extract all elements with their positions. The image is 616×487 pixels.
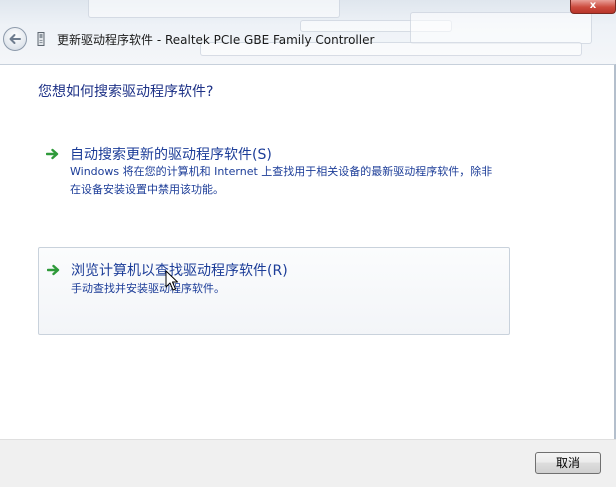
window-title: 更新驱动程序软件 - Realtek PCIe GBE Family Contr… [57, 33, 375, 47]
auto-search-option[interactable]: 自动搜索更新的驱动程序软件(S) Windows 将在您的计算机和 Intern… [38, 135, 510, 209]
wizard-footer: 取消 [0, 439, 616, 487]
cancel-button[interactable]: 取消 [535, 452, 601, 474]
green-arrow-icon [47, 264, 60, 276]
auto-search-title: 自动搜索更新的驱动程序软件(S) [70, 147, 272, 163]
close-button[interactable]: x [570, 0, 616, 14]
browse-computer-description: 手动查找并安装驱动程序软件。 [71, 282, 225, 295]
background-window-ghost [88, 0, 340, 18]
browse-computer-option[interactable]: 浏览计算机以查找驱动程序软件(R) 手动查找并安装驱动程序软件。 [38, 247, 510, 335]
page-heading: 您想如何搜索驱动程序软件? [38, 84, 214, 100]
mouse-pointer-icon [165, 270, 178, 291]
background-window-ghost [410, 12, 592, 44]
back-arrow-icon [9, 34, 21, 44]
browse-computer-title: 浏览计算机以查找驱动程序软件(R) [71, 263, 288, 279]
auto-search-description: Windows 将在您的计算机和 Internet 上查找用于相关设备的最新驱动… [70, 165, 493, 196]
wizard-content: 您想如何搜索驱动程序软件? 自动搜索更新的驱动程序软件(S) Windows 将… [0, 64, 616, 439]
back-button[interactable] [3, 27, 27, 51]
green-arrow-icon [46, 148, 59, 160]
window-title-bar: x 更新驱动程序软件 - Realtek PCIe GBE Family Con… [0, 0, 616, 64]
network-device-icon [37, 32, 45, 46]
